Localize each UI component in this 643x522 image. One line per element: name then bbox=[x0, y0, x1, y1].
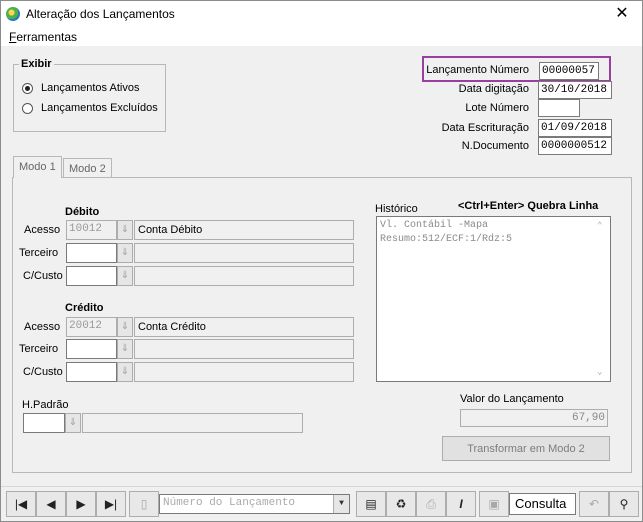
debito-terceiro-desc bbox=[134, 243, 354, 263]
credito-conta-desc: Conta Crédito bbox=[134, 317, 354, 337]
radio-label-excluidos[interactable]: Lançamentos Excluídos bbox=[41, 102, 158, 114]
historico-scrollbar[interactable]: ⌃ ⌄ bbox=[594, 217, 610, 381]
credito-terceiro-desc bbox=[134, 339, 354, 359]
credito-terceiro-lookup-icon[interactable]: ⇓ bbox=[117, 339, 133, 359]
main-window: Alteração dos Lançamentos ✕ Ferramentas … bbox=[0, 0, 643, 522]
credito-ccusto-field[interactable] bbox=[66, 362, 117, 382]
debito-ccusto-label: C/Custo bbox=[23, 270, 63, 282]
tab-modo-2[interactable]: Modo 2 bbox=[63, 158, 112, 178]
numero-lancamento-combo[interactable]: Número do Lançamento ▼ bbox=[159, 494, 350, 514]
historico-line-2: Resumo:512/ECF:1/Rdz:5 bbox=[380, 234, 513, 245]
debito-ccusto-lookup-icon[interactable]: ⇓ bbox=[117, 266, 133, 286]
debito-acesso-lookup-icon[interactable]: ⇓ bbox=[117, 220, 133, 240]
radio-lancamentos-excluidos[interactable] bbox=[22, 103, 33, 114]
debito-title: Débito bbox=[65, 206, 100, 218]
bottom-toolbar: |◀ ◀ ▶ ▶| ▯ Número do Lançamento ▼ ▤ ♻ ⎙… bbox=[1, 486, 642, 521]
mode-indicator: Consulta bbox=[509, 493, 576, 515]
debito-acesso-label: Acesso bbox=[24, 224, 61, 236]
valor-label: Valor do Lançamento bbox=[460, 393, 564, 405]
close-icon[interactable]: ✕ bbox=[602, 1, 642, 28]
menu-bar: Ferramentas bbox=[1, 28, 642, 46]
italic-icon[interactable]: I bbox=[446, 491, 476, 517]
numero-lancamento-placeholder: Número do Lançamento bbox=[163, 497, 296, 509]
n-documento-field[interactable]: 0000000512 bbox=[538, 137, 612, 155]
debito-terceiro-field[interactable] bbox=[66, 243, 117, 263]
debito-ccusto-field[interactable] bbox=[66, 266, 117, 286]
credito-ccusto-desc bbox=[134, 362, 354, 382]
scroll-up-icon[interactable]: ⌃ bbox=[597, 219, 602, 233]
data-escrituracao-label: Data Escrituração bbox=[441, 122, 529, 134]
title-bar: Alteração dos Lançamentos ✕ bbox=[1, 1, 642, 28]
hpadrao-field[interactable] bbox=[23, 413, 65, 433]
tab-modo-1[interactable]: Modo 1 bbox=[13, 156, 62, 178]
last-record-icon[interactable]: ▶| bbox=[96, 491, 126, 517]
radio-label-ativos[interactable]: Lançamentos Ativos bbox=[41, 82, 139, 94]
exibir-group bbox=[13, 64, 166, 132]
printer-icon[interactable]: ⎙ bbox=[416, 491, 446, 517]
credito-acesso-label: Acesso bbox=[24, 321, 61, 333]
scroll-down-icon[interactable]: ⌄ bbox=[597, 365, 602, 379]
lote-numero-field[interactable] bbox=[538, 99, 580, 117]
next-record-icon[interactable]: ▶ bbox=[66, 491, 96, 517]
highlight-box bbox=[422, 56, 611, 82]
historico-hint: <Ctrl+Enter> Quebra Linha bbox=[458, 200, 599, 212]
window-title: Alteração dos Lançamentos bbox=[26, 7, 175, 21]
debito-conta-desc: Conta Débito bbox=[134, 220, 354, 240]
radio-lancamentos-ativos[interactable] bbox=[22, 83, 33, 94]
credito-acesso-field[interactable]: 20012 bbox=[66, 317, 117, 337]
report-icon[interactable]: ▤ bbox=[356, 491, 386, 517]
hpadrao-label: H.Padrão bbox=[22, 399, 69, 411]
debito-ccusto-desc bbox=[134, 266, 354, 286]
data-digitacao-label: Data digitação bbox=[458, 83, 529, 95]
credito-acesso-lookup-icon[interactable]: ⇓ bbox=[117, 317, 133, 337]
debito-terceiro-label: Terceiro bbox=[19, 247, 59, 259]
save-icon[interactable]: ▣ bbox=[479, 491, 509, 517]
data-escrituracao-field[interactable]: 01/09/2018 bbox=[538, 119, 612, 137]
data-digitacao-field[interactable]: 30/10/2018 bbox=[538, 81, 612, 99]
historico-line-1: Vl. Contábil -Mapa bbox=[380, 220, 489, 231]
credito-ccusto-label: C/Custo bbox=[23, 366, 63, 378]
credito-terceiro-field[interactable] bbox=[66, 339, 117, 359]
debito-acesso-field[interactable]: 10012 bbox=[66, 220, 117, 240]
hpadrao-lookup-icon[interactable]: ⇓ bbox=[65, 413, 81, 433]
app-logo-icon bbox=[6, 7, 20, 21]
undo-icon[interactable]: ↶ bbox=[579, 491, 609, 517]
exibir-legend: Exibir bbox=[19, 58, 54, 70]
chevron-down-icon[interactable]: ▼ bbox=[333, 495, 349, 513]
menu-ferramentas[interactable]: Ferramentas bbox=[9, 30, 77, 44]
n-documento-label: N.Documento bbox=[461, 140, 529, 152]
credito-title: Crédito bbox=[65, 302, 104, 314]
first-record-icon[interactable]: |◀ bbox=[6, 491, 36, 517]
debito-terceiro-lookup-icon[interactable]: ⇓ bbox=[117, 243, 133, 263]
transformar-button[interactable]: Transformar em Modo 2 bbox=[442, 436, 610, 461]
valor-field[interactable]: 67,90 bbox=[460, 409, 608, 427]
credito-terceiro-label: Terceiro bbox=[19, 343, 59, 355]
credito-ccusto-lookup-icon[interactable]: ⇓ bbox=[117, 362, 133, 382]
hpadrao-desc bbox=[82, 413, 303, 433]
recycle-icon[interactable]: ♻ bbox=[386, 491, 416, 517]
historico-textarea[interactable]: Vl. Contábil -Mapa Resumo:512/ECF:1/Rdz:… bbox=[376, 216, 611, 382]
binoculars-icon[interactable]: ⚲ bbox=[609, 491, 639, 517]
lote-numero-label: Lote Número bbox=[465, 102, 529, 114]
prev-record-icon[interactable]: ◀ bbox=[36, 491, 66, 517]
new-document-icon[interactable]: ▯ bbox=[129, 491, 159, 517]
historico-label: Histórico bbox=[375, 203, 418, 215]
